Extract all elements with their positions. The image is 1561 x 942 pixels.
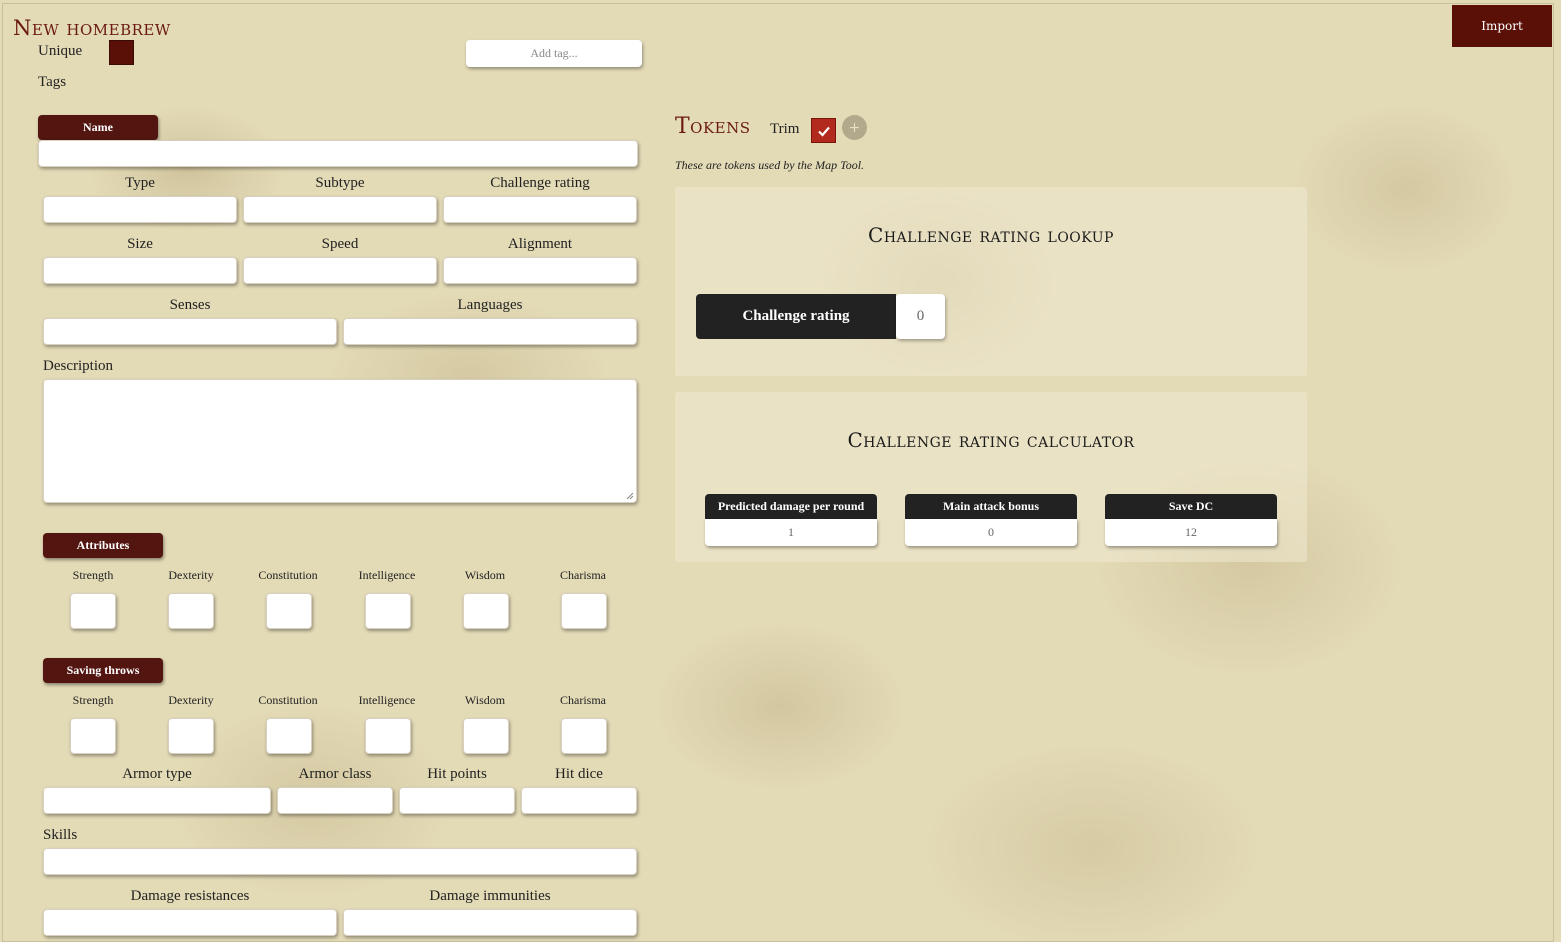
- main-attack-bonus-label: Main attack bonus: [905, 494, 1077, 519]
- save-intelligence-input[interactable]: [365, 718, 411, 754]
- cr-lookup-panel: Challenge rating lookup Challenge rating…: [675, 187, 1307, 376]
- senses-input[interactable]: [43, 318, 337, 345]
- challenge-rating-input[interactable]: [443, 196, 637, 223]
- cr-calculator-title: Challenge rating calculator: [847, 428, 1135, 452]
- challenge-rating-label: Challenge rating: [490, 175, 590, 191]
- save-charisma-input[interactable]: [561, 718, 607, 754]
- name-input[interactable]: [38, 140, 638, 167]
- speed-input[interactable]: [243, 257, 437, 284]
- tags-label: Tags: [38, 74, 67, 90]
- save-dc-input[interactable]: 12: [1105, 519, 1277, 546]
- attr-intelligence-input[interactable]: [365, 593, 411, 629]
- alignment-input[interactable]: [443, 257, 637, 284]
- save-intelligence-label: Intelligence: [358, 693, 416, 707]
- damage-resistances-input[interactable]: [43, 909, 337, 936]
- armor-class-label: Armor class: [298, 766, 372, 782]
- attr-dexterity-input[interactable]: [168, 593, 214, 629]
- save-strength-input[interactable]: [70, 718, 116, 754]
- plus-icon: +: [848, 119, 861, 136]
- resize-handle-icon[interactable]: [626, 492, 634, 500]
- tokens-title: Tokens: [675, 114, 751, 139]
- type-input[interactable]: [43, 196, 237, 223]
- tokens-note: These are tokens used by the Map Tool.: [675, 158, 865, 172]
- description-textarea[interactable]: [43, 379, 637, 503]
- languages-input[interactable]: [343, 318, 637, 345]
- attr-constitution-input[interactable]: [266, 593, 312, 629]
- save-constitution-label: Constitution: [258, 693, 318, 707]
- challenge-rating-lookup-button[interactable]: Challenge rating: [696, 294, 896, 339]
- attr-strength-label: Strength: [72, 568, 114, 582]
- predicted-damage-label: Predicted damage per round: [705, 494, 877, 519]
- save-wisdom-label: Wisdom: [464, 693, 506, 707]
- attr-strength-input[interactable]: [70, 593, 116, 629]
- attributes-pill-label: Attributes: [43, 533, 163, 558]
- size-input[interactable]: [43, 257, 237, 284]
- skills-input[interactable]: [43, 848, 637, 875]
- hit-dice-label: Hit dice: [555, 766, 603, 782]
- subtype-input[interactable]: [243, 196, 437, 223]
- check-icon: [817, 126, 830, 137]
- size-label: Size: [127, 236, 153, 252]
- damage-resistances-label: Damage resistances: [130, 888, 250, 904]
- description-label: Description: [43, 358, 113, 374]
- hit-dice-input[interactable]: [521, 787, 637, 814]
- subtype-label: Subtype: [315, 175, 365, 191]
- save-dexterity-input[interactable]: [168, 718, 214, 754]
- import-button[interactable]: Import: [1452, 5, 1552, 47]
- save-wisdom-input[interactable]: [463, 718, 509, 754]
- attr-dexterity-label: Dexterity: [168, 568, 214, 582]
- skills-label: Skills: [43, 827, 78, 843]
- speed-label: Speed: [321, 236, 359, 252]
- armor-class-input[interactable]: [277, 787, 393, 814]
- add-tag-input[interactable]: Add tag...: [466, 40, 642, 67]
- unique-checkbox[interactable]: [109, 40, 134, 65]
- damage-immunities-label: Damage immunities: [429, 888, 551, 904]
- alignment-label: Alignment: [507, 236, 573, 252]
- save-charisma-label: Charisma: [560, 693, 606, 707]
- attr-charisma-label: Charisma: [560, 568, 606, 582]
- predicted-damage-input[interactable]: 1: [705, 519, 877, 546]
- languages-label: Languages: [457, 297, 523, 313]
- attr-intelligence-label: Intelligence: [358, 568, 416, 582]
- save-constitution-input[interactable]: [266, 718, 312, 754]
- name-pill-label: Name: [38, 115, 158, 140]
- attr-constitution-label: Constitution: [258, 568, 318, 582]
- hit-points-label: Hit points: [427, 766, 487, 782]
- unique-label: Unique: [38, 43, 83, 59]
- armor-type-label: Armor type: [122, 766, 192, 782]
- senses-label: Senses: [169, 297, 211, 313]
- save-strength-label: Strength: [72, 693, 114, 707]
- cr-calculator-panel: Challenge rating calculator Predicted da…: [675, 392, 1307, 562]
- save-dc-label: Save DC: [1105, 494, 1277, 519]
- hit-points-input[interactable]: [399, 787, 515, 814]
- attr-wisdom-label: Wisdom: [464, 568, 506, 582]
- attr-charisma-input[interactable]: [561, 593, 607, 629]
- damage-immunities-input[interactable]: [343, 909, 637, 936]
- saving-throws-pill-label: Saving throws: [43, 658, 163, 683]
- armor-type-input[interactable]: [43, 787, 271, 814]
- trim-label: Trim: [770, 121, 800, 137]
- trim-checkbox[interactable]: [811, 118, 836, 143]
- type-label: Type: [125, 175, 155, 191]
- add-token-button[interactable]: +: [842, 115, 867, 140]
- attr-wisdom-input[interactable]: [463, 593, 509, 629]
- cr-lookup-value[interactable]: 0: [896, 294, 945, 339]
- cr-lookup-title: Challenge rating lookup: [868, 223, 1114, 247]
- page-title: New homebrew: [13, 16, 171, 40]
- main-attack-bonus-input[interactable]: 0: [905, 519, 1077, 546]
- save-dexterity-label: Dexterity: [168, 693, 214, 707]
